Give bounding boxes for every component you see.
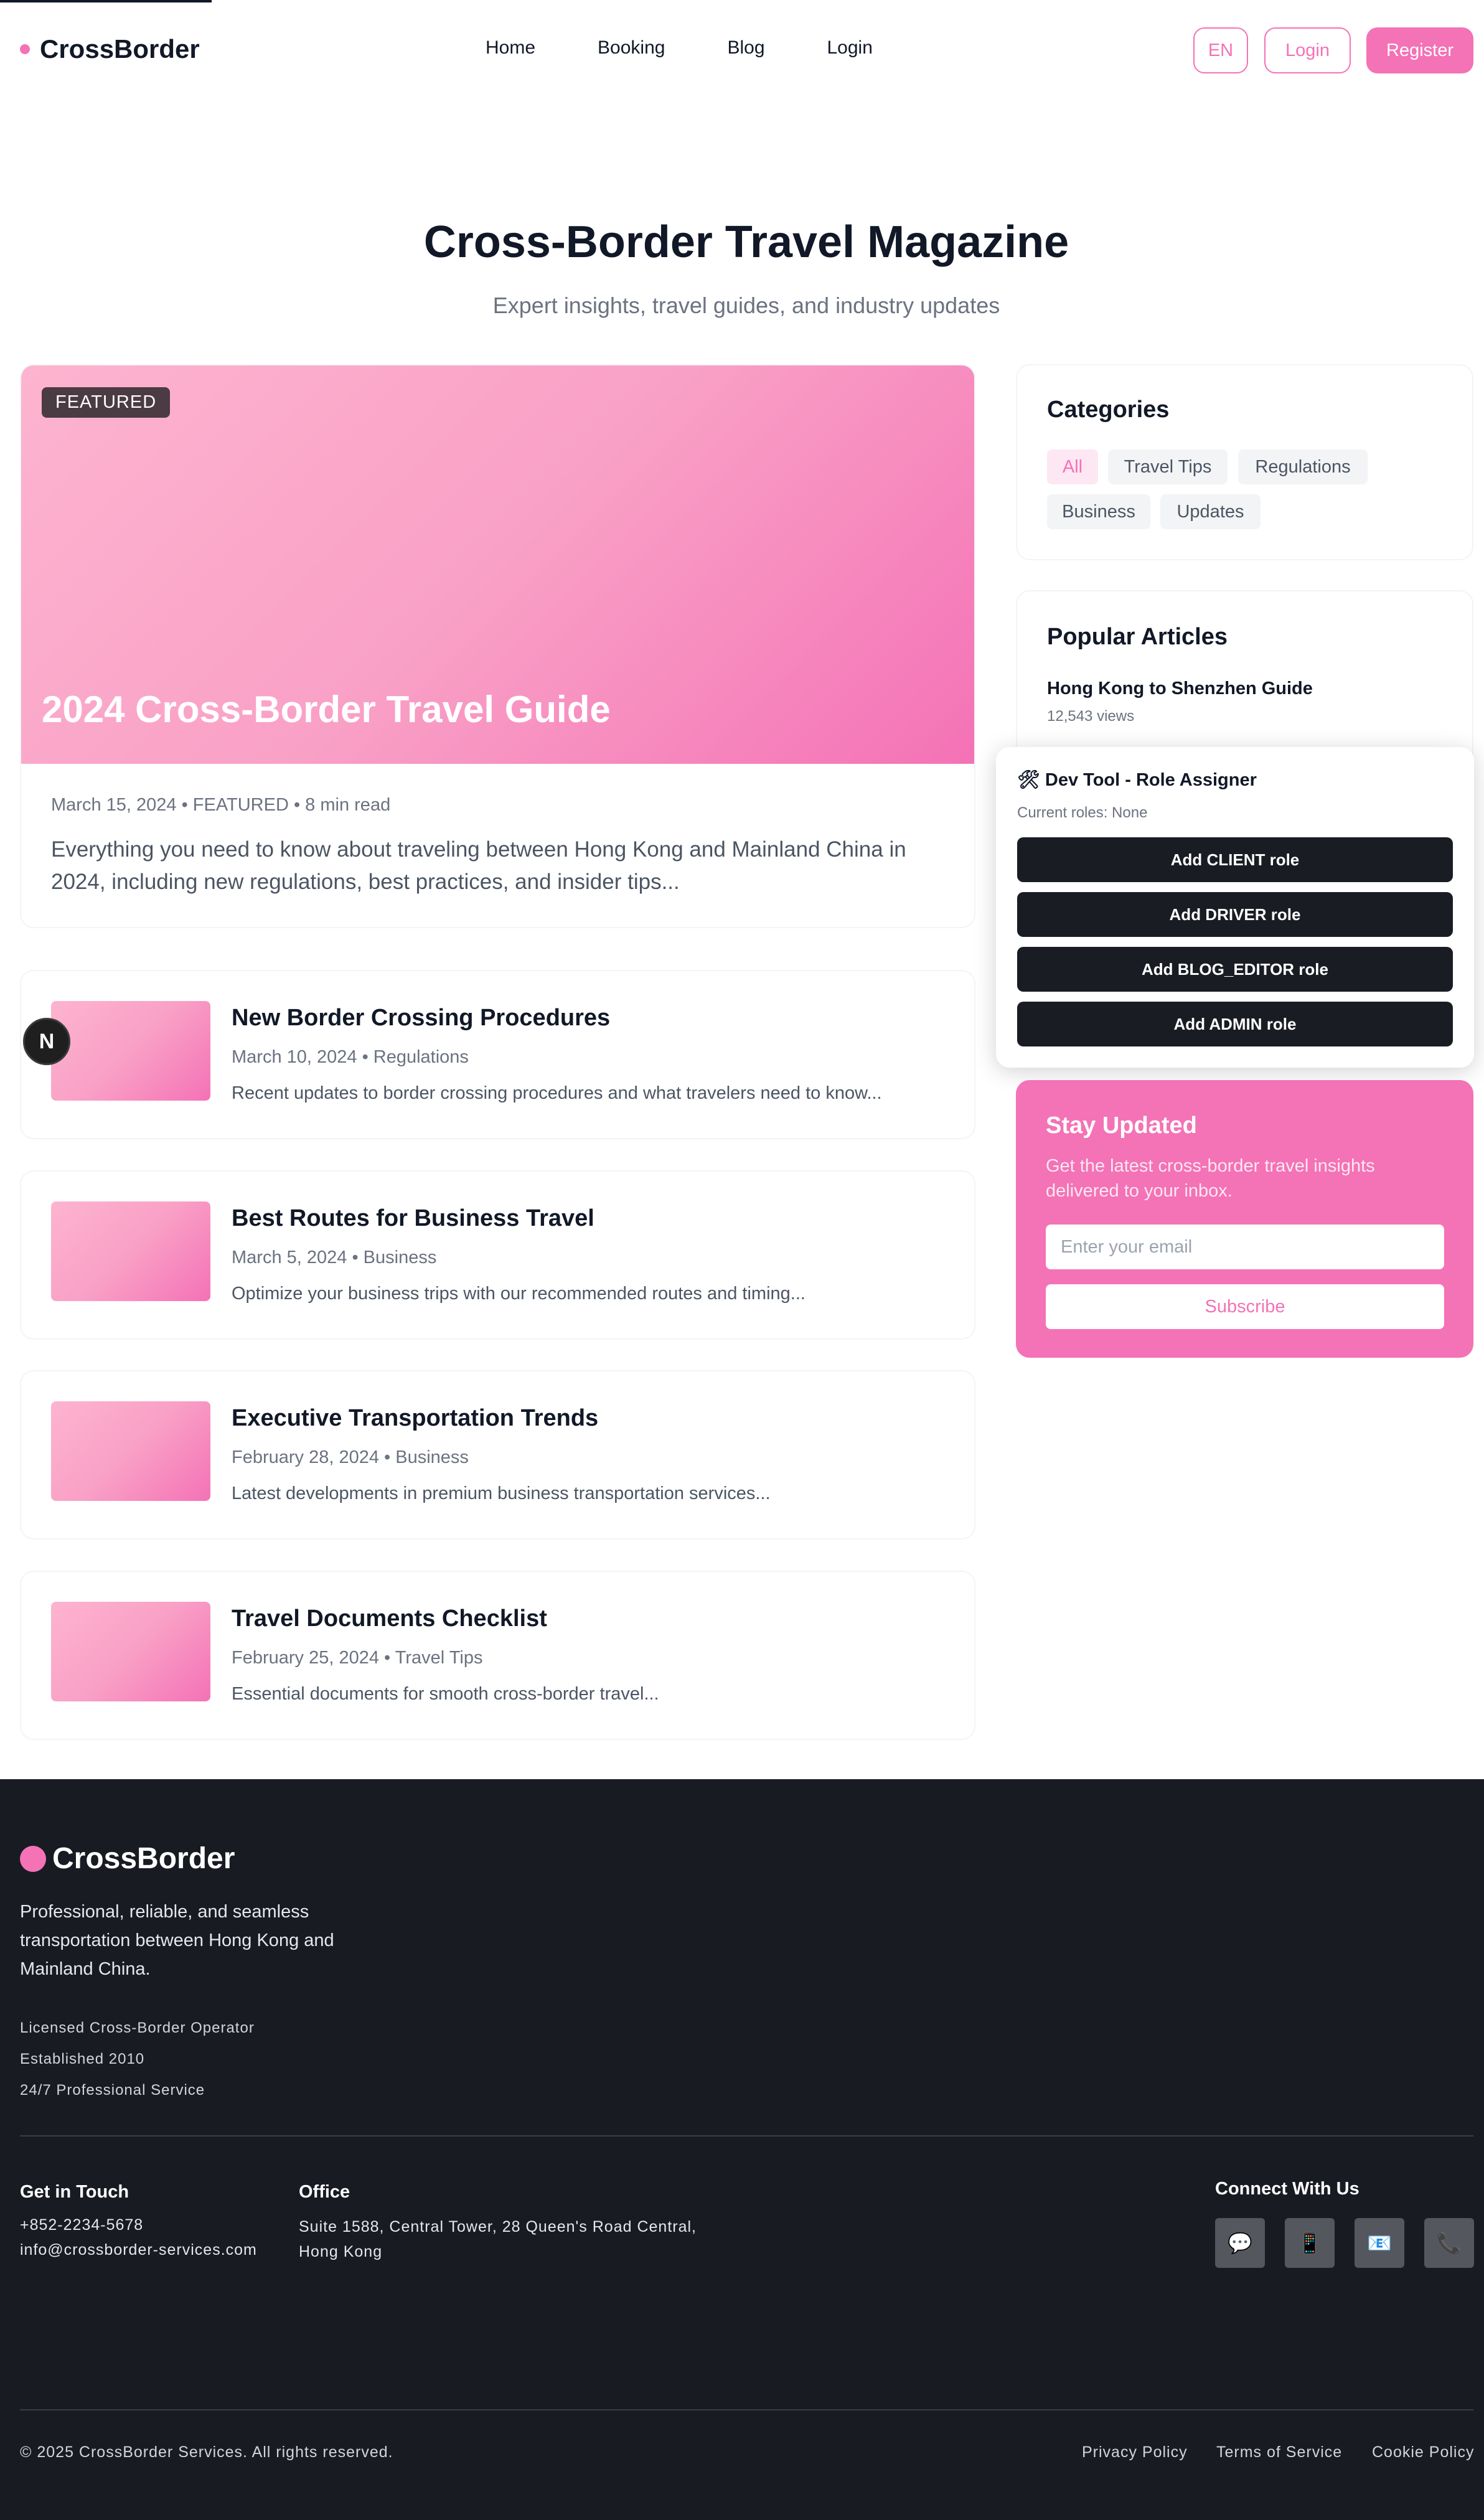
footer-fact: Established 2010: [20, 2051, 145, 2067]
article-card[interactable]: Best Routes for Business Travel March 5,…: [20, 1170, 975, 1340]
contact-phone[interactable]: +852-2234-5678: [20, 2212, 143, 2237]
page-subtitle: Expert insights, travel guides, and indu…: [492, 293, 1000, 318]
footer-facts: Licensed Cross-Border Operator Establish…: [20, 2013, 255, 2106]
featured-image: FEATURED 2024 Cross-Border Travel Guide: [21, 365, 974, 764]
featured-title: 2024 Cross-Border Travel Guide: [42, 689, 611, 730]
article-title: New Border Crossing Procedures: [232, 1005, 611, 1031]
nextjs-dev-indicator-icon[interactable]: N: [23, 1018, 70, 1065]
language-button[interactable]: EN: [1193, 27, 1248, 73]
footer-fact: Licensed Cross-Border Operator: [20, 2019, 255, 2036]
dev-tool-role-assigner: 🛠 Dev Tool - Role Assigner Current roles…: [996, 747, 1474, 1068]
site-footer: CrossBorder Professional, reliable, and …: [0, 1779, 1484, 2520]
category-chip-updates[interactable]: Updates: [1160, 494, 1261, 529]
nav-blog[interactable]: Blog: [727, 37, 764, 59]
article-meta: March 5, 2024 • Business: [232, 1248, 437, 1267]
office-address-line2: Hong Kong: [299, 2243, 383, 2260]
article-thumbnail: [51, 1201, 210, 1301]
category-chip-business[interactable]: Business: [1047, 494, 1150, 529]
newsletter-text: Get the latest cross-border travel insig…: [1046, 1156, 1375, 1201]
article-meta: March 10, 2024 • Regulations: [232, 1047, 469, 1067]
article-card[interactable]: Travel Documents Checklist February 25, …: [20, 1571, 975, 1740]
contact-email[interactable]: info@crossborder-services.com: [20, 2237, 257, 2262]
article-excerpt: Latest developments in premium business …: [232, 1483, 771, 1503]
chat-icon[interactable]: 💬: [1215, 2218, 1265, 2268]
categories-card: Categories All Travel Tips Regulations B…: [1016, 364, 1473, 560]
office-address-line1: Suite 1588, Central Tower, 28 Queen's Ro…: [299, 2218, 697, 2236]
add-blog-editor-role-button[interactable]: Add BLOG_EDITOR role: [1017, 947, 1453, 992]
article-thumbnail: [51, 1001, 210, 1101]
footer-brand[interactable]: CrossBorder: [20, 1841, 235, 1876]
add-driver-role-button[interactable]: Add DRIVER role: [1017, 892, 1453, 937]
category-chip-all[interactable]: All: [1047, 449, 1098, 484]
article-card[interactable]: Executive Transportation Trends February…: [20, 1370, 975, 1540]
add-client-role-button[interactable]: Add CLIENT role: [1017, 837, 1453, 882]
featured-excerpt: Everything you need to know about travel…: [51, 837, 906, 894]
popular-title: Popular Articles: [1047, 624, 1228, 650]
article-title: Executive Transportation Trends: [232, 1405, 599, 1431]
footer-divider: [20, 2409, 1473, 2410]
site-header: CrossBorder Home Booking Blog Login EN L…: [0, 0, 1484, 100]
article-excerpt: Recent updates to border crossing proced…: [232, 1083, 882, 1103]
nav-booking[interactable]: Booking: [598, 37, 665, 59]
cookie-policy-link[interactable]: Cookie Policy: [1372, 2443, 1474, 2461]
article-card[interactable]: New Border Crossing Procedures March 10,…: [20, 970, 975, 1139]
mobile-icon[interactable]: 📱: [1285, 2218, 1335, 2268]
popular-article-views: 12,543 views: [1047, 708, 1135, 725]
phone-icon[interactable]: 📞: [1424, 2218, 1474, 2268]
terms-of-service-link[interactable]: Terms of Service: [1216, 2443, 1342, 2461]
login-button[interactable]: Login: [1264, 27, 1351, 73]
brand-dot-icon: [20, 44, 30, 54]
article-thumbnail: [51, 1401, 210, 1501]
office-title: Office: [299, 2182, 350, 2202]
add-admin-role-button[interactable]: Add ADMIN role: [1017, 1002, 1453, 1046]
subscribe-button[interactable]: Subscribe: [1046, 1284, 1444, 1329]
brand-name: CrossBorder: [40, 34, 200, 63]
footer-brand-name: CrossBorder: [52, 1842, 235, 1875]
featured-badge: FEATURED: [42, 387, 171, 418]
article-excerpt: Essential documents for smooth cross-bor…: [232, 1684, 659, 1704]
nav-home[interactable]: Home: [486, 37, 535, 59]
main-nav: Home Booking Blog Login: [486, 37, 935, 59]
category-chip-travel-tips[interactable]: Travel Tips: [1108, 449, 1228, 484]
newsletter-title: Stay Updated: [1046, 1112, 1197, 1139]
article-title: Travel Documents Checklist: [232, 1606, 547, 1632]
devtool-current-roles: Current roles: None: [1017, 804, 1148, 821]
footer-fact: 24/7 Professional Service: [20, 2082, 205, 2099]
categories-title: Categories: [1047, 397, 1170, 423]
footer-description: Professional, reliable, and seamless tra…: [20, 1902, 334, 1979]
email-icon[interactable]: 📧: [1355, 2218, 1404, 2268]
contact-title: Get in Touch: [20, 2182, 129, 2202]
popular-article-title[interactable]: Hong Kong to Shenzhen Guide: [1047, 679, 1313, 699]
privacy-policy-link[interactable]: Privacy Policy: [1082, 2443, 1188, 2461]
featured-meta: March 15, 2024 • FEATURED • 8 min read: [51, 795, 391, 815]
copyright: © 2025 CrossBorder Services. All rights …: [20, 2443, 393, 2461]
article-meta: February 28, 2024 • Business: [232, 1447, 469, 1467]
featured-article[interactable]: FEATURED 2024 Cross-Border Travel Guide …: [20, 364, 975, 928]
brand-logo[interactable]: CrossBorder: [20, 34, 200, 64]
page-title: Cross-Border Travel Magazine: [423, 217, 1069, 267]
article-title: Best Routes for Business Travel: [232, 1205, 594, 1231]
connect-title: Connect With Us: [1215, 2179, 1360, 2199]
nav-login[interactable]: Login: [827, 37, 873, 59]
article-meta: February 25, 2024 • Travel Tips: [232, 1648, 483, 1668]
article-excerpt: Optimize your business trips with our re…: [232, 1284, 805, 1304]
brand-dot-icon: [20, 1845, 46, 1872]
devtool-title: 🛠 Dev Tool - Role Assigner: [1017, 770, 1257, 790]
register-button[interactable]: Register: [1366, 27, 1473, 73]
newsletter-card: Stay Updated Get the latest cross-border…: [1016, 1080, 1473, 1358]
footer-divider: [20, 2135, 1473, 2137]
category-chip-regulations[interactable]: Regulations: [1238, 449, 1368, 484]
article-thumbnail: [51, 1602, 210, 1701]
newsletter-email-input[interactable]: [1046, 1225, 1444, 1269]
